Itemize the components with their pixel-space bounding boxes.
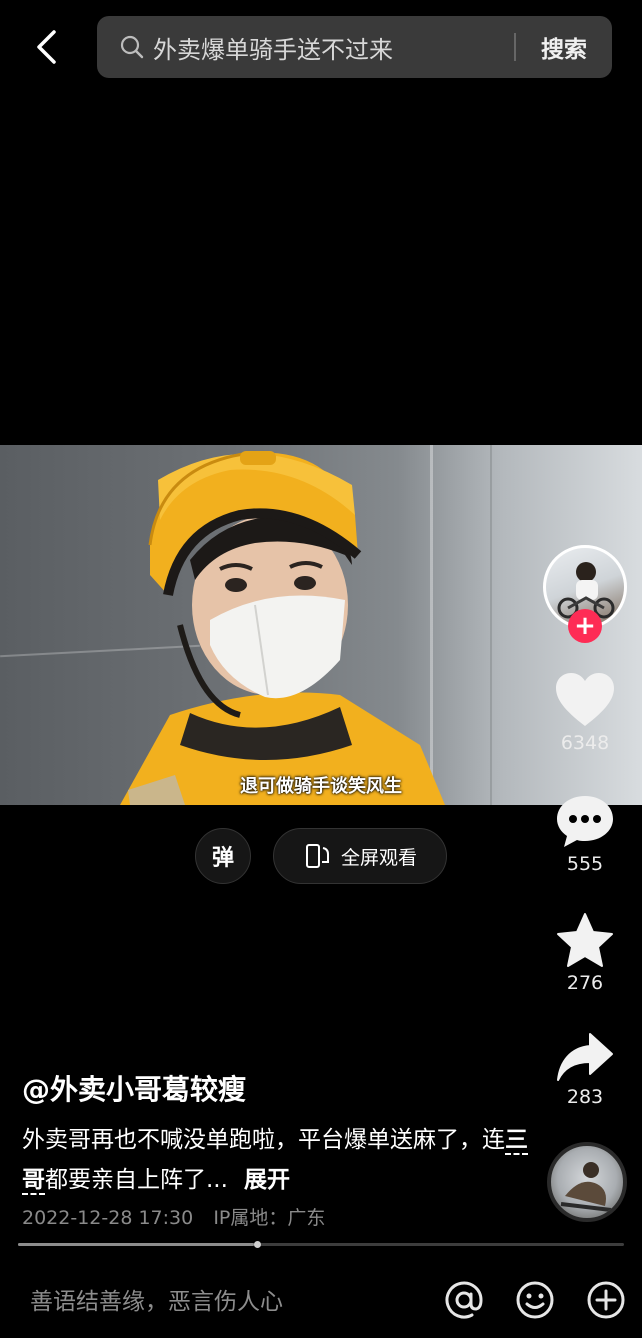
music-disc[interactable]	[547, 1142, 627, 1222]
share-count: 283	[566, 1086, 604, 1108]
search-input[interactable]: 外卖爆单骑手送不过来	[153, 30, 514, 65]
caption-text-start: 外卖哥再也不喊没单跑啦，平台爆单送麻了，连	[22, 1127, 505, 1153]
like-button[interactable]: 6348	[545, 672, 625, 754]
share-button[interactable]: 283	[545, 1032, 625, 1108]
author-name[interactable]: @外卖小哥葛较瘦	[22, 1068, 246, 1108]
video-progress-handle[interactable]	[254, 1241, 261, 1248]
follow-button[interactable]: +	[568, 609, 602, 643]
plus-icon: +	[574, 611, 596, 641]
post-meta: 2022-12-28 17:30 IP属地：广东	[22, 1203, 325, 1230]
danmaku-label: 弹	[211, 846, 234, 871]
emoji-icon[interactable]	[514, 1279, 556, 1321]
video-progress-bar[interactable]	[18, 1243, 624, 1246]
post-timestamp: 2022-12-28 17:30	[22, 1207, 194, 1229]
post-location: IP属地：广东	[213, 1207, 326, 1229]
like-count: 6348	[560, 732, 610, 754]
fullscreen-label: 全屏观看	[340, 846, 417, 869]
rotate-screen-icon	[303, 842, 331, 870]
chat-bubble-icon	[557, 796, 613, 847]
chevron-left-icon	[37, 30, 56, 64]
comment-input[interactable]: 善语结善缘，恶言伤人心	[30, 1282, 283, 1316]
comment-button[interactable]: 555	[545, 793, 625, 875]
plus-circle-icon[interactable]	[585, 1279, 627, 1321]
video-progress-fill	[18, 1243, 255, 1246]
caption-text-end: 都要亲自上阵了...	[45, 1167, 228, 1193]
search-button[interactable]: 搜索	[516, 30, 612, 64]
heart-icon	[556, 673, 614, 726]
back-button[interactable]	[26, 24, 66, 70]
at-icon[interactable]	[443, 1279, 485, 1321]
favorite-count: 276	[566, 972, 604, 994]
danmaku-toggle-button[interactable]: 弹	[195, 828, 251, 884]
favorite-button[interactable]: 276	[545, 912, 625, 994]
post-caption: 外卖哥再也不喊没单跑啦，平台爆单送麻了，连三哥都要亲自上阵了... 展开	[22, 1120, 542, 1200]
music-cover-image	[560, 1162, 612, 1212]
fullscreen-button[interactable]: 全屏观看	[273, 828, 447, 884]
star-icon	[557, 913, 613, 967]
search-icon	[119, 34, 145, 60]
expand-caption-button[interactable]: 展开	[244, 1167, 290, 1193]
search-bar[interactable]: 外卖爆单骑手送不过来 搜索	[97, 16, 612, 78]
comment-count: 555	[566, 853, 604, 875]
share-arrow-icon	[557, 1033, 613, 1081]
